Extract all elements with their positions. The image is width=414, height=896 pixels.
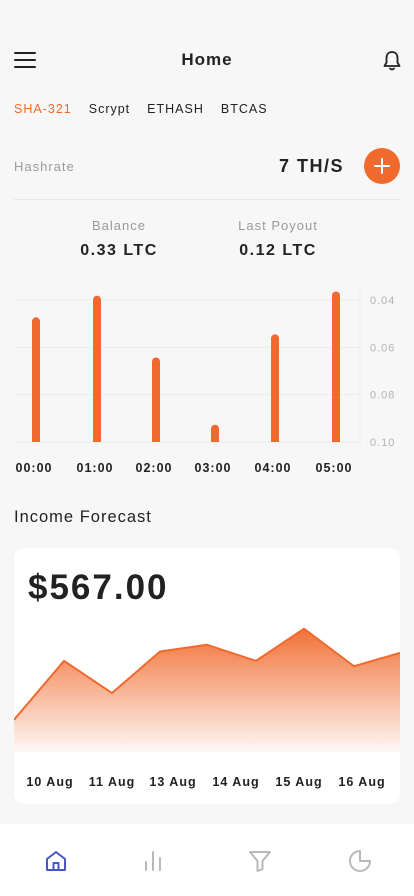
hashrate-value: 7 TH/S: [278, 156, 344, 176]
y-tick-label: 0.04: [370, 295, 395, 307]
y-tick-label: 0.06: [370, 342, 395, 354]
x-tick-label: 00:00: [16, 461, 53, 475]
add-hashrate-button[interactable]: [364, 148, 400, 184]
bar-base: [332, 437, 340, 442]
bar: [93, 295, 101, 442]
forecast-amount: $567.00: [28, 568, 169, 607]
income-forecast-card: $567.00 10 Aug 11 Aug 13 Aug 14 Aug 15 Aug 16…: [14, 548, 400, 804]
pie-chart-icon[interactable]: [347, 848, 373, 874]
x-tick-label: 14 Aug: [212, 775, 259, 789]
bar-base: [271, 437, 279, 442]
balance-label: Balance: [92, 218, 146, 233]
hashrate-row: Hashrate 7 TH/S: [14, 148, 400, 184]
area-fill: [14, 628, 400, 752]
bar: [332, 291, 340, 442]
x-tick-label: 15 Aug: [275, 775, 322, 789]
hashrate-bar-chart: 0.04 0.06 0.08 0.10 00:00 01:00 02:00 03:00 04:0…: [14, 285, 395, 475]
bar-base: [152, 437, 160, 442]
bar-base: [32, 437, 40, 442]
divider: [14, 199, 400, 200]
tab-sha-321[interactable]: SHA-321: [14, 102, 72, 116]
home-icon[interactable]: [43, 848, 69, 874]
x-tick-label: 13 Aug: [149, 775, 196, 789]
bar: [32, 317, 40, 442]
last-payout-value: 0.12 LTC: [239, 242, 317, 259]
tab-btcas[interactable]: BTCAS: [221, 102, 268, 116]
bar: [271, 334, 279, 442]
bar: [152, 357, 160, 442]
x-tick-label: 05:00: [316, 461, 353, 475]
page-title: Home: [181, 50, 233, 69]
tab-scrypt[interactable]: Scrypt: [89, 102, 130, 116]
bar-base: [93, 437, 101, 442]
y-tick-label: 0.08: [370, 390, 395, 402]
app-header: Home: [0, 40, 414, 80]
bar-chart-icon[interactable]: [140, 848, 166, 874]
x-tick-label: 04:00: [255, 461, 292, 475]
x-tick-label: 16 Aug: [338, 775, 385, 789]
bell-icon[interactable]: [382, 50, 402, 72]
x-tick-label: 03:00: [195, 461, 232, 475]
filter-icon[interactable]: [247, 848, 273, 874]
last-payout-label: Last Poyout: [238, 218, 318, 233]
x-tick-label: 01:00: [77, 461, 114, 475]
bar-base: [211, 437, 219, 442]
last-payout-stat: Last Poyout 0.12 LTC: [203, 218, 353, 260]
tab-ethash[interactable]: ETHASH: [147, 102, 204, 116]
y-tick-label: 0.10: [370, 437, 395, 449]
balance-stat: Balance 0.33 LTC: [44, 218, 194, 260]
income-area-chart: 10 Aug 11 Aug 13 Aug 14 Aug 15 Aug 16 Aug: [14, 627, 400, 789]
x-tick-label: 10 Aug: [26, 775, 73, 789]
bottom-navigation: [0, 824, 414, 896]
hashrate-label: Hashrate: [14, 159, 75, 174]
income-forecast-title: Income Forecast: [14, 508, 152, 526]
x-tick-label: 02:00: [136, 461, 173, 475]
balance-value: 0.33 LTC: [80, 242, 158, 259]
algorithm-tabs: SHA-321 Scrypt ETHASH BTCAS: [14, 102, 268, 116]
x-tick-label: 11 Aug: [89, 775, 136, 789]
